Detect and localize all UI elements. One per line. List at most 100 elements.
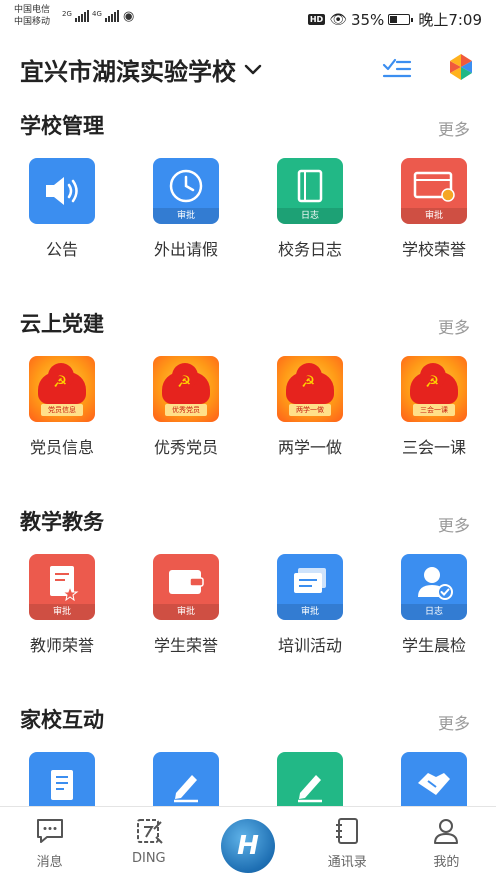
app-excellent-member[interactable]: ☭ 优秀党员 优秀党员: [124, 356, 248, 458]
notebook-icon: 日志: [277, 158, 343, 224]
pencil-icon: [277, 752, 343, 806]
school-logo-icon: H: [221, 819, 275, 873]
person-icon: [434, 819, 459, 844]
more-link[interactable]: 更多: [438, 116, 470, 140]
tile-tag: 优秀党员: [165, 404, 207, 416]
party-emblem-icon: ☭ 三会一课: [401, 356, 467, 422]
status-bar: 中国电信 中国移动 2G 4G ◉ HD 👁 35% 晚上7:09: [0, 0, 496, 38]
person-check-icon: 日志: [401, 554, 467, 620]
app-label: 三会一课: [401, 438, 466, 457]
signal-1: 2G: [62, 10, 90, 22]
app-training[interactable]: 审批 培训活动: [248, 554, 372, 656]
app-label: 校务日志: [277, 240, 342, 259]
section-home-school: 家校互动 更多: [0, 704, 496, 806]
app-two-studies[interactable]: ☭ 两学一做 两学一做: [248, 356, 372, 458]
certificate-icon: 审批: [401, 158, 467, 224]
tile-tag: 三会一课: [413, 404, 455, 416]
tile-tag: 审批: [153, 208, 219, 224]
app-label: 两学一做: [277, 438, 342, 457]
app-label: 优秀党员: [153, 438, 218, 457]
list-document-icon: [29, 752, 95, 806]
tab-label: 我的: [433, 855, 460, 870]
tile-tag: 日志: [277, 208, 343, 224]
handshake-icon: [401, 752, 467, 806]
signal-2: 4G: [92, 10, 120, 22]
more-link[interactable]: 更多: [438, 314, 470, 338]
app-home-school-1[interactable]: [0, 752, 124, 806]
network-type-2: 4G: [92, 10, 102, 18]
app-label: 公告: [45, 240, 78, 259]
cards-icon: 审批: [277, 554, 343, 620]
app-label: 学校荣誉: [401, 240, 466, 259]
chat-bubble-icon: [36, 819, 63, 843]
app-home-school-4[interactable]: [372, 752, 496, 806]
carrier-1: 中国电信: [14, 5, 51, 15]
section-school-management: 学校管理 更多 公告 审批 外出请假 日志 校务日志 审批 学校荣誉: [0, 110, 496, 280]
network-type-1: 2G: [62, 10, 72, 18]
clock-time: 晚上7:09: [418, 11, 482, 29]
tab-label: 消息: [36, 855, 63, 870]
pencil-icon: [153, 752, 219, 806]
battery-icon: [388, 14, 414, 25]
tab-label: 通讯录: [327, 855, 367, 870]
tab-label: DING: [131, 851, 166, 866]
tab-me[interactable]: 我的: [397, 807, 496, 885]
app-morning-check[interactable]: 日志 学生晨检: [372, 554, 496, 656]
section-title: 教学教务: [20, 510, 104, 534]
tile-tag: 审批: [277, 604, 343, 620]
app-home-school-3[interactable]: [248, 752, 372, 806]
app-label: 学生晨检: [401, 636, 466, 655]
chevron-down-icon: [244, 64, 262, 74]
app-header: 宜兴市湖滨实验学校: [0, 40, 496, 96]
app-teacher-honor[interactable]: 审批 教师荣誉: [0, 554, 124, 656]
app-label: 教师荣誉: [29, 636, 94, 655]
more-link[interactable]: 更多: [438, 710, 470, 734]
clock-icon: 审批: [153, 158, 219, 224]
app-home-school-2[interactable]: [124, 752, 248, 806]
carrier-info: 中国电信 中国移动: [14, 4, 50, 28]
section-teaching: 教学教务 更多 审批 教师荣誉 审批 学生荣誉 审批 培训活动 日志 学生晨检: [0, 506, 496, 676]
app-announcement[interactable]: 公告: [0, 158, 124, 260]
app-student-honor[interactable]: 审批 学生荣誉: [124, 554, 248, 656]
sync-icon: ◉: [123, 9, 135, 24]
tile-tag: 日志: [401, 604, 467, 620]
app-label: 学生荣誉: [153, 636, 218, 655]
tile-tag: 审批: [153, 604, 219, 620]
tile-tag: 审批: [29, 604, 95, 620]
carrier-2: 中国移动: [14, 17, 51, 27]
more-link[interactable]: 更多: [438, 512, 470, 536]
app-school-honor[interactable]: 审批 学校荣誉: [372, 158, 496, 260]
app-label: 外出请假: [153, 240, 218, 259]
tile-tag: 党员信息: [41, 404, 83, 416]
school-name: 宜兴市湖滨实验学校: [20, 58, 236, 86]
school-selector[interactable]: 宜兴市湖滨实验学校: [20, 52, 262, 87]
megaphone-icon: [29, 158, 95, 224]
hd-icon: HD: [307, 14, 326, 25]
eye-icon: 👁: [329, 11, 347, 28]
contacts-book-icon: [336, 818, 359, 844]
party-emblem-icon: ☭ 党员信息: [29, 356, 95, 422]
app-three-meetings[interactable]: ☭ 三会一课 三会一课: [372, 356, 496, 458]
section-title: 学校管理: [20, 114, 104, 138]
app-label: 培训活动: [277, 636, 342, 655]
bottom-tab-bar: 消息 DING H 通讯录 我的: [0, 806, 496, 885]
signal-bars-icon: [104, 10, 120, 22]
wallet-icon: 审批: [153, 554, 219, 620]
tab-messages[interactable]: 消息: [0, 807, 99, 885]
battery-percent: 35%: [350, 10, 385, 29]
app-label: 党员信息: [29, 438, 94, 457]
app-school-log[interactable]: 日志 校务日志: [248, 158, 372, 260]
app-center-icon[interactable]: [446, 52, 476, 82]
tab-ding[interactable]: DING: [99, 807, 198, 885]
ding-icon: [136, 819, 163, 844]
tile-tag: 审批: [401, 208, 467, 224]
tile-tag: 两学一做: [289, 404, 331, 416]
app-leave-request[interactable]: 审批 外出请假: [124, 158, 248, 260]
checklist-icon[interactable]: [382, 55, 412, 79]
signal-bars-icon: [74, 10, 90, 22]
party-emblem-icon: ☭ 优秀党员: [153, 356, 219, 422]
party-emblem-icon: ☭ 两学一做: [277, 356, 343, 422]
tab-workbench[interactable]: H: [198, 807, 297, 885]
app-party-member-info[interactable]: ☭ 党员信息 党员信息: [0, 356, 124, 458]
tab-contacts[interactable]: 通讯录: [298, 807, 397, 885]
